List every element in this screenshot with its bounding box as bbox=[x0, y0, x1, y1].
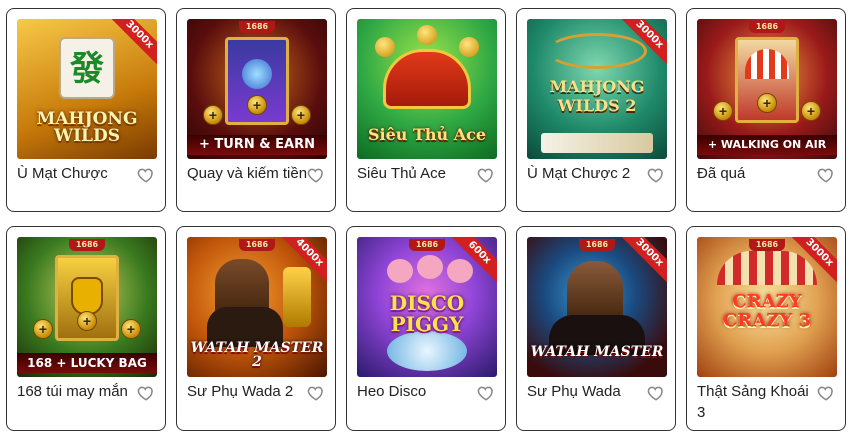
game-title[interactable]: Quay và kiếm tiền bbox=[187, 163, 309, 184]
provider-tag: 1686 bbox=[239, 21, 275, 33]
game-title[interactable]: Thật Sảng Khoái 3 bbox=[697, 381, 819, 423]
game-logo: Siêu Thủ Ace bbox=[367, 125, 487, 144]
provider-tag: 1686 bbox=[579, 239, 615, 251]
heart-icon[interactable] bbox=[647, 384, 665, 402]
heart-icon[interactable] bbox=[307, 384, 325, 402]
game-thumbnail[interactable]: + + + 1686 + TURN & EARN bbox=[187, 19, 327, 159]
provider-tag: 1686 bbox=[409, 239, 445, 251]
game-title[interactable]: Sư Phụ Wada 2 bbox=[187, 381, 309, 402]
heart-icon[interactable] bbox=[477, 166, 495, 184]
game-card[interactable]: CRAZY CRAZY 3 1686 3000x Thật Sảng Khoái… bbox=[686, 226, 846, 431]
game-title[interactable]: Heo Disco bbox=[357, 381, 479, 402]
game-thumbnail[interactable]: MAHJONG WILDS 2 3000x bbox=[527, 19, 667, 159]
game-thumbnail[interactable]: 發 MAHJONG WILDS 3000x bbox=[17, 19, 157, 159]
heart-icon[interactable] bbox=[307, 166, 325, 184]
game-title[interactable]: Đã quá bbox=[697, 163, 819, 184]
game-title[interactable]: 168 túi may mắn bbox=[17, 381, 139, 402]
game-thumbnail[interactable]: Siêu Thủ Ace bbox=[357, 19, 497, 159]
game-title[interactable]: Siêu Thủ Ace bbox=[357, 163, 479, 184]
game-logo: + WALKING ON AIR bbox=[697, 135, 837, 155]
game-card[interactable]: + + + 1686 + TURN & EARN Quay và kiếm ti… bbox=[176, 8, 336, 212]
game-logo: 168 + LUCKY BAG bbox=[17, 353, 157, 373]
heart-icon[interactable] bbox=[817, 384, 835, 402]
game-logo: CRAZY CRAZY 3 bbox=[722, 291, 812, 331]
game-thumbnail[interactable]: CRAZY CRAZY 3 1686 3000x bbox=[697, 237, 837, 377]
game-logo: MAHJONG WILDS 2 bbox=[549, 77, 645, 116]
game-thumbnail[interactable]: WATAH MASTER 1686 3000x bbox=[527, 237, 667, 377]
game-thumbnail[interactable]: DISCO PIGGY 1686 600x bbox=[357, 237, 497, 377]
heart-icon[interactable] bbox=[477, 384, 495, 402]
game-card[interactable]: + + + 1686 168 + LUCKY BAG 168 túi may m… bbox=[6, 226, 166, 431]
game-thumbnail[interactable]: + + + 1686 168 + LUCKY BAG bbox=[17, 237, 157, 377]
game-thumbnail[interactable]: WATAH MASTER 2 1686 4000x bbox=[187, 237, 327, 377]
provider-tag: 1686 bbox=[749, 21, 785, 33]
game-card[interactable]: + + + 1686 + WALKING ON AIR Đã quá bbox=[686, 8, 846, 212]
game-logo: + TURN & EARN bbox=[187, 135, 327, 155]
game-card[interactable]: Siêu Thủ Ace Siêu Thủ Ace bbox=[346, 8, 506, 212]
provider-tag: 1686 bbox=[69, 239, 105, 251]
game-title[interactable]: Ù Mạt Chược 2 bbox=[527, 163, 649, 184]
game-card[interactable]: WATAH MASTER 1686 3000x Sư Phụ Wada bbox=[516, 226, 676, 431]
provider-tag: 1686 bbox=[749, 239, 785, 251]
heart-icon[interactable] bbox=[817, 166, 835, 184]
game-card[interactable]: WATAH MASTER 2 1686 4000x Sư Phụ Wada 2 bbox=[176, 226, 336, 431]
game-card[interactable]: MAHJONG WILDS 2 3000x Ù Mạt Chược 2 bbox=[516, 8, 676, 212]
heart-icon[interactable] bbox=[647, 166, 665, 184]
game-logo: WATAH MASTER 2 bbox=[190, 340, 324, 370]
game-logo: DISCO PIGGY bbox=[389, 291, 465, 336]
game-card[interactable]: 發 MAHJONG WILDS 3000x Ù Mạt Chược bbox=[6, 8, 166, 212]
game-logo: WATAH MASTER bbox=[530, 344, 664, 360]
game-title[interactable]: Sư Phụ Wada bbox=[527, 381, 649, 402]
game-logo: MAHJONG WILDS bbox=[36, 109, 138, 146]
game-title[interactable]: Ù Mạt Chược bbox=[17, 163, 139, 184]
game-thumbnail[interactable]: + + + 1686 + WALKING ON AIR bbox=[697, 19, 837, 159]
heart-icon[interactable] bbox=[137, 384, 155, 402]
heart-icon[interactable] bbox=[137, 166, 155, 184]
provider-tag: 1686 bbox=[239, 239, 275, 251]
game-card[interactable]: DISCO PIGGY 1686 600x Heo Disco bbox=[346, 226, 506, 431]
